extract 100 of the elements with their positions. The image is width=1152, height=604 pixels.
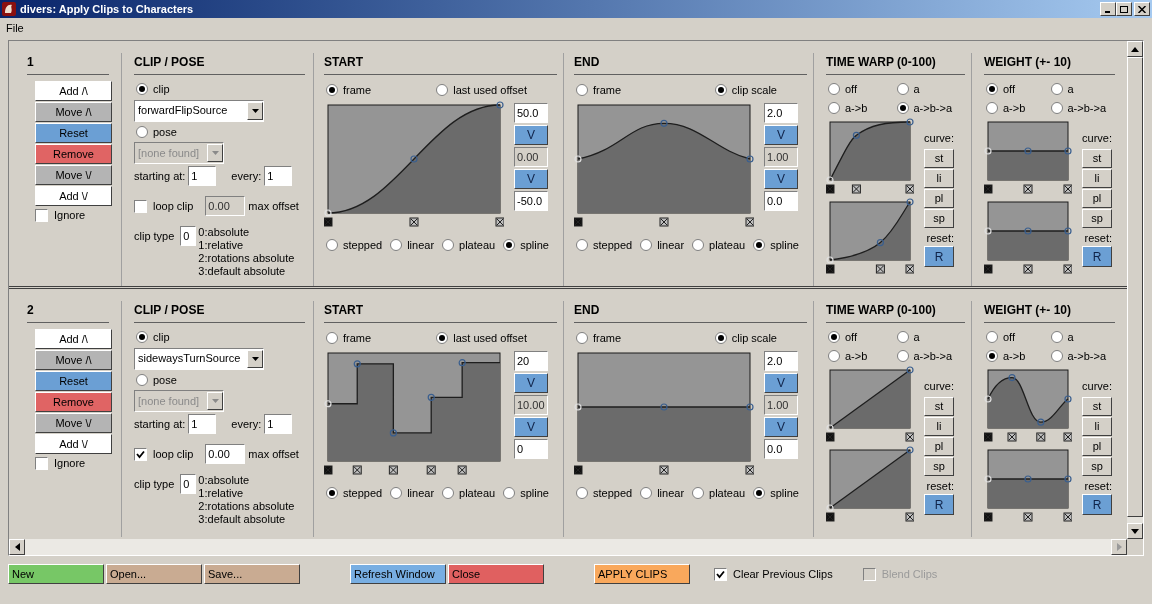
scroll-arrow-button[interactable] bbox=[9, 539, 25, 555]
radio-button[interactable]: a->b bbox=[986, 347, 1051, 364]
radio-button[interactable]: linear bbox=[640, 485, 685, 502]
checkbox[interactable]: Ignore bbox=[35, 455, 109, 472]
key-marker-icon[interactable] bbox=[409, 217, 419, 227]
radio-button[interactable]: a->b bbox=[828, 99, 897, 116]
key-marker-icon[interactable] bbox=[1063, 512, 1072, 522]
key-point[interactable] bbox=[353, 360, 361, 368]
step-button[interactable]: V bbox=[514, 125, 548, 145]
radio-button[interactable]: last used offset bbox=[436, 329, 527, 347]
key-point[interactable] bbox=[906, 118, 914, 126]
radio-button[interactable]: clip scale bbox=[714, 329, 777, 347]
key-point[interactable] bbox=[496, 101, 504, 109]
step-button[interactable]: V bbox=[514, 373, 548, 393]
radio-button[interactable]: stepped bbox=[326, 237, 383, 254]
checkbox[interactable]: Ignore bbox=[35, 207, 109, 224]
toolbar-button[interactable]: Save... bbox=[204, 564, 300, 584]
key-point[interactable] bbox=[427, 393, 435, 401]
curve-type-button[interactable]: li bbox=[1082, 168, 1112, 188]
key-marker-icon[interactable] bbox=[745, 217, 754, 227]
radio-button[interactable]: spline bbox=[503, 485, 549, 502]
radio-button[interactable]: off bbox=[986, 329, 1051, 346]
key-marker-icon[interactable] bbox=[1023, 264, 1033, 274]
number-field[interactable]: 1 bbox=[264, 414, 293, 434]
key-point[interactable] bbox=[906, 446, 914, 454]
key-marker-icon[interactable] bbox=[426, 465, 436, 475]
key-marker-icon[interactable] bbox=[826, 512, 835, 522]
curve-type-button[interactable]: li bbox=[1082, 416, 1112, 436]
radio-button[interactable]: frame bbox=[326, 329, 372, 347]
radio-button[interactable]: a->b bbox=[828, 347, 897, 364]
key-marker-icon[interactable] bbox=[905, 432, 914, 442]
curve-type-button[interactable]: sp bbox=[1082, 456, 1112, 476]
key-marker-icon[interactable] bbox=[1063, 264, 1072, 274]
action-button[interactable]: Move \/ bbox=[35, 165, 112, 185]
key-point[interactable] bbox=[852, 131, 860, 139]
key-marker-icon[interactable] bbox=[984, 512, 993, 522]
radio-button[interactable]: spline bbox=[753, 485, 799, 502]
key-marker-icon[interactable] bbox=[495, 217, 504, 227]
radio-button[interactable]: stepped bbox=[576, 485, 633, 502]
dropdown[interactable]: sidewaysTurnSource bbox=[134, 347, 264, 370]
number-field[interactable]: 0.0 bbox=[764, 191, 798, 211]
toolbar-button[interactable]: New bbox=[8, 564, 104, 584]
number-field[interactable]: 0.00 bbox=[205, 444, 246, 464]
key-point[interactable] bbox=[660, 119, 668, 127]
key-marker-icon[interactable] bbox=[388, 465, 398, 475]
number-field[interactable]: 0 bbox=[180, 226, 197, 246]
scroll-arrow-button[interactable] bbox=[1111, 539, 1127, 555]
step-button[interactable]: V bbox=[514, 169, 548, 189]
radio-button[interactable]: plateau bbox=[692, 237, 746, 254]
action-button[interactable]: Reset bbox=[35, 371, 112, 391]
radio-button[interactable]: spline bbox=[753, 237, 799, 254]
key-marker-icon[interactable] bbox=[352, 465, 362, 475]
curve-type-button[interactable]: sp bbox=[1082, 208, 1112, 228]
radio-button[interactable]: off bbox=[986, 81, 1051, 98]
key-marker-icon[interactable] bbox=[984, 432, 993, 442]
radio-button[interactable]: frame bbox=[576, 81, 622, 99]
radio-button[interactable]: frame bbox=[326, 81, 372, 99]
action-button[interactable]: Move \/ bbox=[35, 413, 112, 433]
radio-button[interactable]: plateau bbox=[692, 485, 746, 502]
key-point[interactable] bbox=[1064, 147, 1072, 155]
radio-button[interactable]: linear bbox=[390, 237, 435, 254]
key-marker-icon[interactable] bbox=[826, 264, 835, 274]
radio-button[interactable]: a->b->a bbox=[896, 99, 965, 116]
radio-button[interactable]: a bbox=[1050, 81, 1115, 98]
radio-button[interactable]: clip bbox=[134, 329, 305, 346]
curve-reset-button[interactable]: R bbox=[924, 494, 954, 515]
key-point[interactable] bbox=[1064, 395, 1072, 403]
radio-button[interactable]: spline bbox=[503, 237, 549, 254]
key-point[interactable] bbox=[906, 366, 914, 374]
key-point[interactable] bbox=[1064, 475, 1072, 483]
action-button[interactable]: Reset bbox=[35, 123, 112, 143]
checkbox[interactable]: loop clip bbox=[134, 197, 194, 215]
key-marker-icon[interactable] bbox=[826, 432, 835, 442]
key-marker-icon[interactable] bbox=[1023, 512, 1033, 522]
scroll-arrow-button[interactable] bbox=[1127, 41, 1143, 57]
key-marker-icon[interactable] bbox=[1007, 432, 1017, 442]
key-marker-icon[interactable] bbox=[659, 217, 669, 227]
number-field[interactable]: 0 bbox=[514, 439, 548, 459]
radio-button[interactable]: a bbox=[1050, 329, 1115, 346]
action-button[interactable]: Add /\ bbox=[35, 81, 112, 101]
number-field[interactable]: 2.0 bbox=[764, 351, 798, 371]
key-marker-icon[interactable] bbox=[574, 217, 583, 227]
action-button[interactable]: Remove bbox=[35, 392, 112, 412]
curve-type-button[interactable]: pl bbox=[924, 436, 954, 456]
key-point[interactable] bbox=[746, 403, 754, 411]
number-field[interactable]: 1 bbox=[264, 166, 293, 186]
key-marker-icon[interactable] bbox=[984, 184, 993, 194]
action-button[interactable]: Add /\ bbox=[35, 329, 112, 349]
radio-button[interactable]: a->b bbox=[986, 99, 1051, 116]
key-marker-icon[interactable] bbox=[1036, 432, 1046, 442]
key-marker-icon[interactable] bbox=[905, 264, 914, 274]
scroll-arrow-button[interactable] bbox=[1127, 523, 1143, 539]
radio-button[interactable]: linear bbox=[640, 237, 685, 254]
key-marker-icon[interactable] bbox=[905, 512, 914, 522]
radio-button[interactable]: pose bbox=[134, 371, 305, 388]
radio-button[interactable]: linear bbox=[390, 485, 435, 502]
maximize-button[interactable] bbox=[1116, 2, 1132, 16]
key-point[interactable] bbox=[906, 198, 914, 206]
key-point[interactable] bbox=[458, 359, 466, 367]
key-marker-icon[interactable] bbox=[659, 465, 669, 475]
